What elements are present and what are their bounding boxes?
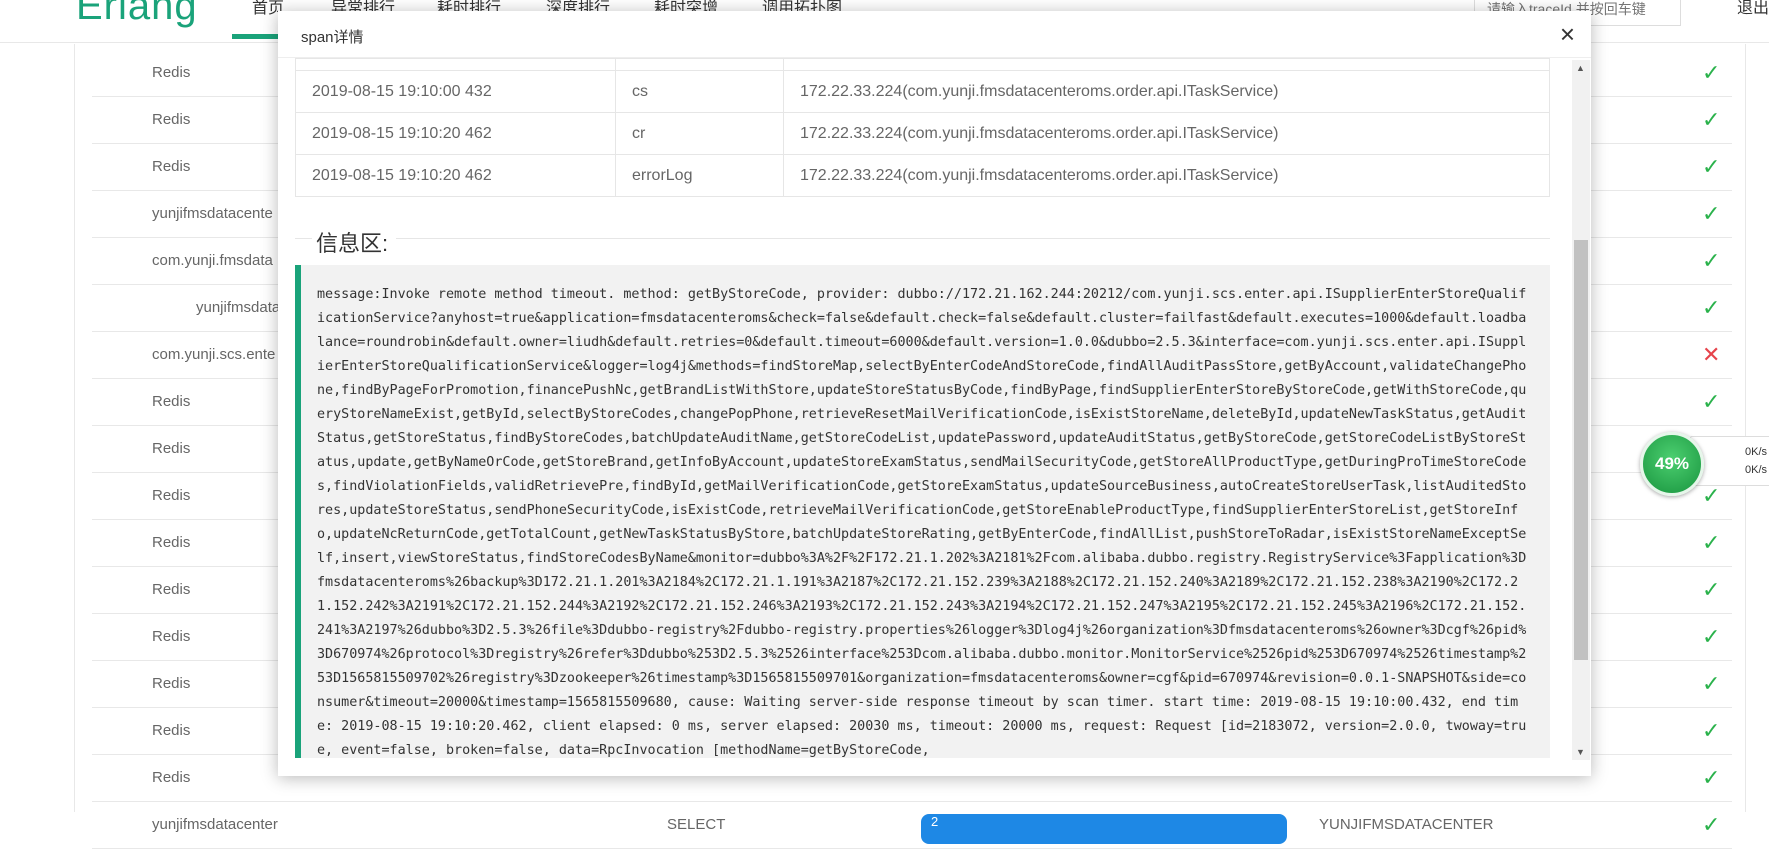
modal-scrollbar[interactable]: ▲ ▼ xyxy=(1572,60,1590,760)
download-speed: 0K/s xyxy=(1744,464,1767,476)
event-time: 2019-08-15 19:10:00 432 xyxy=(295,70,616,113)
span-name: Redis xyxy=(152,487,191,504)
modal-header: span详情 × xyxy=(278,11,1591,58)
success-check-icon: ✓ xyxy=(1702,577,1721,602)
success-check-icon: ✓ xyxy=(1702,765,1721,790)
memory-usage-circle[interactable]: 49% xyxy=(1640,432,1704,496)
success-check-icon: ✓ xyxy=(1702,718,1721,743)
span-name: Redis xyxy=(152,769,191,786)
event-type: errorLog xyxy=(615,154,784,197)
span-name: Redis xyxy=(152,628,191,645)
scroll-up-arrow-icon[interactable]: ▲ xyxy=(1576,63,1585,73)
event-time: 2019-08-15 19:10:20 462 xyxy=(295,112,616,155)
success-check-icon: ✓ xyxy=(1702,201,1721,226)
span-name: Redis xyxy=(152,581,191,598)
scrollbar-thumb[interactable] xyxy=(1574,240,1588,660)
divider xyxy=(295,238,1550,239)
upload-speed: 0K/s xyxy=(1744,446,1767,458)
event-address: 172.22.33.224(com.yunji.fmsdatacenteroms… xyxy=(783,112,1550,155)
table-row xyxy=(295,58,1550,71)
app-logo[interactable]: Erlang xyxy=(76,0,198,29)
span-name: Redis xyxy=(152,158,191,175)
annotation-table: 2019-08-15 19:10:00 432 cs 172.22.33.224… xyxy=(295,58,1550,197)
span-detail-modal: span详情 × 2019-08-15 19:10:00 432 cs 172.… xyxy=(278,11,1591,776)
success-check-icon: ✓ xyxy=(1702,295,1721,320)
scroll-down-arrow-icon[interactable]: ▼ xyxy=(1576,747,1585,757)
network-speed-widget[interactable]: ↑ 0K/s ↓ 0K/s 49% xyxy=(1640,432,1769,496)
span-name: Redis xyxy=(152,111,191,128)
span-name: Redis xyxy=(152,675,191,692)
success-check-icon: ✓ xyxy=(1702,107,1721,132)
table-row: 2019-08-15 19:10:20 462 cr 172.22.33.224… xyxy=(295,112,1550,155)
span-name: Redis xyxy=(152,534,191,551)
span-name: yunjifmsdata xyxy=(196,299,281,316)
success-check-icon: ✓ xyxy=(1702,812,1721,837)
sql-type: SELECT xyxy=(667,816,726,833)
table-row: 2019-08-15 19:10:20 462 errorLog 172.22.… xyxy=(295,154,1550,197)
event-address: 172.22.33.224(com.yunji.fmsdatacenteroms… xyxy=(783,154,1550,197)
close-icon[interactable]: × xyxy=(1560,19,1575,49)
success-check-icon: ✓ xyxy=(1702,624,1721,649)
error-message-text: message:Invoke remote method timeout. me… xyxy=(317,287,1527,758)
event-type: cr xyxy=(615,112,784,155)
database-name: YUNJIFMSDATACENTER xyxy=(1319,816,1494,833)
event-type: cs xyxy=(615,70,784,113)
info-section-title: 信息区: xyxy=(312,226,397,258)
failure-x-icon: ✕ xyxy=(1702,342,1721,367)
success-check-icon: ✓ xyxy=(1702,530,1721,555)
success-check-icon: ✓ xyxy=(1702,154,1721,179)
info-section-header: 信息区: xyxy=(295,226,1550,258)
success-check-icon: ✓ xyxy=(1702,671,1721,696)
error-message-box: message:Invoke remote method timeout. me… xyxy=(295,265,1550,758)
table-row: 2019-08-15 19:10:00 432 cs 172.22.33.224… xyxy=(295,70,1550,113)
span-name: Redis xyxy=(152,393,191,410)
event-address: 172.22.33.224(com.yunji.fmsdatacenteroms… xyxy=(783,70,1550,113)
duration-bar: 2 xyxy=(921,814,1287,844)
success-check-icon: ✓ xyxy=(1702,60,1721,85)
table-row[interactable]: yunjifmsdatacenter SELECT 2 YUNJIFMSDATACEN… xyxy=(92,802,1732,849)
span-name: Redis xyxy=(152,722,191,739)
span-name: Redis xyxy=(152,440,191,457)
success-check-icon: ✓ xyxy=(1702,248,1721,273)
span-name: Redis xyxy=(152,64,191,81)
modal-title: span详情 xyxy=(301,29,364,46)
span-name: com.yunji.fmsdata xyxy=(152,252,273,269)
span-name: yunjifmsdatacente xyxy=(152,205,273,222)
success-check-icon: ✓ xyxy=(1702,389,1721,414)
modal-body: 2019-08-15 19:10:00 432 cs 172.22.33.224… xyxy=(278,58,1568,758)
event-time: 2019-08-15 19:10:20 462 xyxy=(295,154,616,197)
span-name: com.yunji.scs.ente xyxy=(152,346,276,363)
logout-link[interactable]: 退出 xyxy=(1737,0,1769,18)
span-name: yunjifmsdatacenter xyxy=(152,816,278,833)
